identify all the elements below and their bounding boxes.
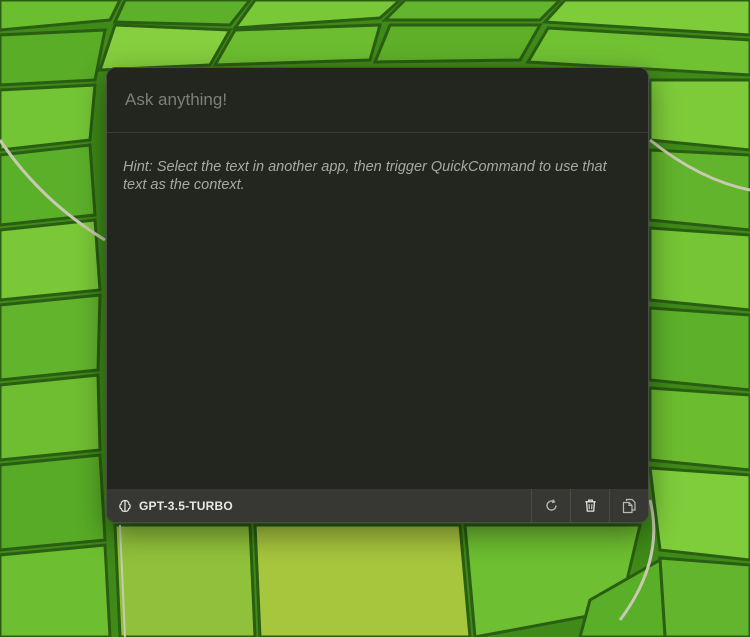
trash-icon (583, 498, 598, 513)
model-selector[interactable]: GPT-3.5-TURBO (107, 489, 531, 522)
hint-text: Hint: Select the text in another app, th… (123, 159, 607, 193)
query-input[interactable] (123, 89, 632, 111)
copy-button[interactable] (609, 489, 648, 522)
copy-icon (621, 498, 637, 514)
footer-toolbar: GPT-3.5-TURBO (107, 489, 648, 522)
quickcommand-panel: Hint: Select the text in another app, th… (106, 67, 649, 523)
clear-button[interactable] (570, 489, 609, 522)
model-label: GPT-3.5-TURBO (139, 498, 233, 513)
refresh-icon (544, 498, 559, 513)
brain-icon (117, 498, 133, 514)
response-area: Hint: Select the text in another app, th… (107, 133, 648, 489)
desktop: Hint: Select the text in another app, th… (0, 0, 750, 637)
regenerate-button[interactable] (531, 489, 570, 522)
query-bar (107, 68, 648, 133)
